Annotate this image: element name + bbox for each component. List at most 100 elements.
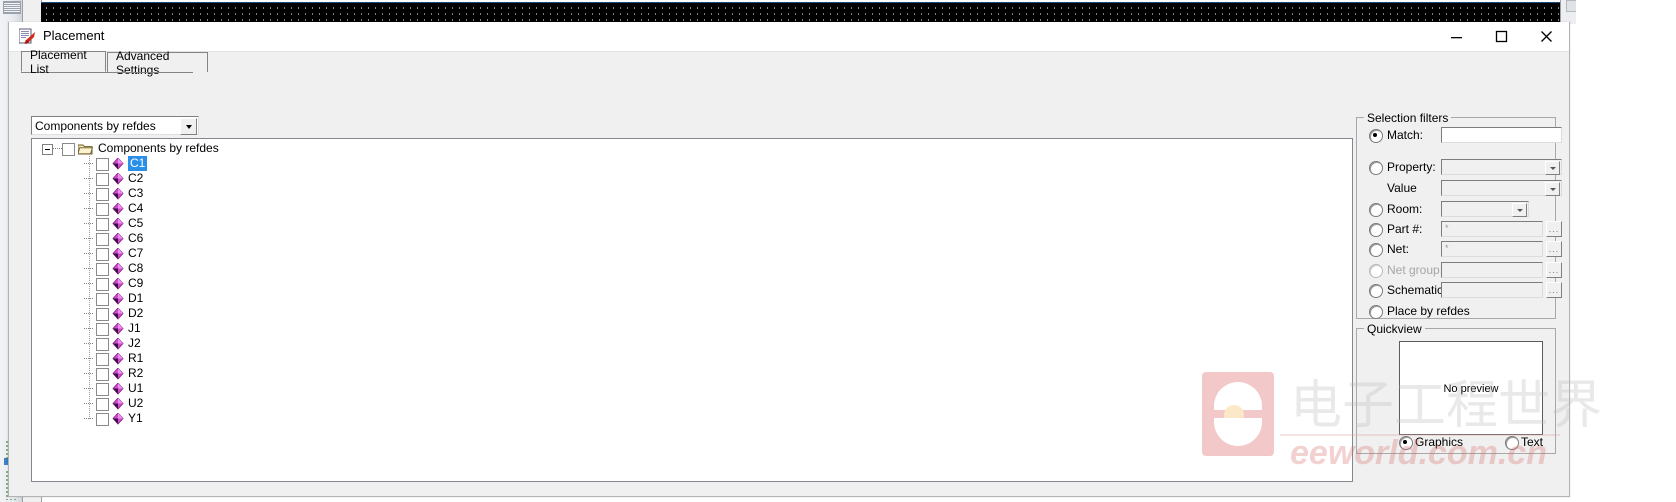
filter-row-value: Value (9, 180, 1562, 197)
filter-radio-4[interactable] (1369, 223, 1383, 237)
window-controls (1434, 22, 1569, 51)
filter-input-4[interactable]: * (1441, 221, 1543, 237)
dialog-titlebar[interactable]: Placement (9, 22, 1569, 52)
filter-row-place-by-refdes: Place by refdes (9, 304, 1470, 320)
desktop-right-fill (1576, 0, 1676, 502)
tree-item-c1[interactable]: C1 (32, 156, 1352, 171)
filter-row-room: Room: (9, 201, 1529, 218)
tree-root-checkbox[interactable] (62, 143, 75, 156)
filter-row-match: Match: (9, 127, 1562, 144)
tree-item-c4[interactable]: C4 (32, 201, 1352, 216)
filter-input-0[interactable] (1441, 127, 1562, 143)
tab-strip: Placement List Advanced Settings (9, 48, 1569, 77)
chevron-down-icon[interactable] (1545, 161, 1560, 175)
component-diamond-icon (112, 322, 124, 335)
quickview-graphics-label: Graphics (1415, 435, 1464, 449)
filter-radio-0[interactable] (1369, 129, 1383, 143)
tree-connector (84, 403, 94, 404)
placement-tree[interactable]: Components by refdes C1 C2 C3 C4 C5 C6 C7 C8 C9 D… (31, 138, 1353, 482)
tree-connector (84, 373, 94, 374)
filter-radio-6 (1369, 264, 1383, 278)
tree-connector (84, 238, 94, 239)
component-diamond-icon (112, 382, 124, 395)
filter-radio-1[interactable] (1369, 161, 1383, 175)
maximize-icon[interactable] (1479, 22, 1524, 51)
filter-radio-3[interactable] (1369, 203, 1383, 217)
filter-browse-button-5[interactable]: ... (1546, 241, 1562, 257)
filter-combo-2[interactable] (1441, 180, 1562, 196)
tree-item-r2[interactable]: R2 (32, 366, 1352, 381)
component-diamond-icon (112, 397, 124, 410)
tree-item-j2[interactable]: J2 (32, 336, 1352, 351)
filter-radio-5[interactable] (1369, 243, 1383, 257)
tree-item-label: R1 (128, 351, 144, 365)
tree-connector (84, 358, 94, 359)
tree-connector (84, 388, 94, 389)
minus-icon[interactable] (42, 144, 53, 155)
filter-browse-button-7[interactable]: ... (1546, 282, 1562, 298)
minimize-icon[interactable] (1434, 22, 1479, 51)
filter-combo-1[interactable] (1441, 159, 1562, 175)
tree-item-checkbox[interactable] (96, 383, 109, 396)
tree-item-c9[interactable]: C9 (32, 276, 1352, 291)
quickview-text-label: Text (1521, 435, 1544, 449)
filter-input-6[interactable] (1441, 262, 1543, 278)
filter-input-5[interactable]: * (1441, 241, 1543, 257)
component-diamond-icon (112, 412, 124, 425)
selection-filters-title: Selection filters (1364, 111, 1452, 125)
tree-connector (84, 418, 94, 419)
filter-label-0: Match: (1387, 128, 1424, 142)
filter-placeholder-4: * (1445, 223, 1449, 233)
chevron-down-icon[interactable] (1545, 182, 1560, 196)
tree-item-u1[interactable]: U1 (32, 381, 1352, 396)
tree-item-c8[interactable]: C8 (32, 261, 1352, 276)
tree-item-checkbox[interactable] (96, 413, 109, 426)
filter-radio-8[interactable] (1369, 305, 1383, 319)
filter-combo-3[interactable] (1441, 201, 1529, 217)
filter-label-2: Value (1387, 181, 1417, 195)
tree-item-checkbox[interactable] (96, 398, 109, 411)
tab-advanced-settings[interactable]: Advanced Settings (107, 49, 208, 77)
filter-row-schematic-page-number: Schematic page number... (9, 282, 1562, 299)
filter-label-1: Property: (1387, 160, 1436, 174)
filter-label-3: Room: (1387, 202, 1423, 216)
tab-placement-list[interactable]: Placement List (21, 48, 106, 76)
component-diamond-icon (112, 337, 124, 350)
tree-item-j1[interactable]: J1 (32, 321, 1352, 336)
tree-item-c3[interactable]: C3 (32, 186, 1352, 201)
component-diamond-icon (112, 367, 124, 380)
filter-placeholder-5: * (1445, 243, 1449, 253)
placement-dialog: Placement Placement List Advanced Settin… (8, 22, 1570, 497)
quickview-mode-radios: Graphics Text (1399, 435, 1554, 450)
tree-item-c7[interactable]: C7 (32, 246, 1352, 261)
tree-item-c6[interactable]: C6 (32, 231, 1352, 246)
quickview-title: Quickview (1364, 322, 1425, 336)
tree-item-d1[interactable]: D1 (32, 291, 1352, 306)
tree-connector (84, 328, 94, 329)
tree-item-r1[interactable]: R1 (32, 351, 1352, 366)
tree-connector (53, 148, 62, 149)
quickview-graphics-radio[interactable] (1399, 436, 1413, 450)
tree-item-c2[interactable]: C2 (32, 171, 1352, 186)
tree-item-y1[interactable]: Y1 (32, 411, 1352, 426)
tree-item-checkbox[interactable] (96, 323, 109, 336)
chevron-down-icon[interactable] (1512, 203, 1527, 217)
filter-browse-button-4[interactable]: ... (1546, 221, 1562, 237)
tree-item-checkbox[interactable] (96, 353, 109, 366)
tree-item-c5[interactable]: C5 (32, 216, 1352, 231)
tree-item-label: Y1 (128, 411, 143, 425)
filter-input-7[interactable] (1441, 282, 1543, 298)
quickview-preview-text: No preview (1443, 383, 1499, 395)
placement-app-icon (18, 28, 36, 45)
tree-item-checkbox[interactable] (96, 338, 109, 351)
close-icon[interactable] (1524, 22, 1569, 51)
tree-root-row[interactable]: Components by refdes (32, 141, 1352, 156)
tree-item-u2[interactable]: U2 (32, 396, 1352, 411)
quickview-text-radio[interactable] (1505, 436, 1519, 450)
quickview-preview[interactable]: No preview (1399, 341, 1543, 435)
filter-browse-button-6[interactable]: ... (1546, 262, 1562, 278)
tree-item-checkbox[interactable] (96, 368, 109, 381)
filter-radio-7[interactable] (1369, 284, 1383, 298)
tree-item-d2[interactable]: D2 (32, 306, 1352, 321)
filter-row-net: Net: *... (9, 241, 1562, 258)
